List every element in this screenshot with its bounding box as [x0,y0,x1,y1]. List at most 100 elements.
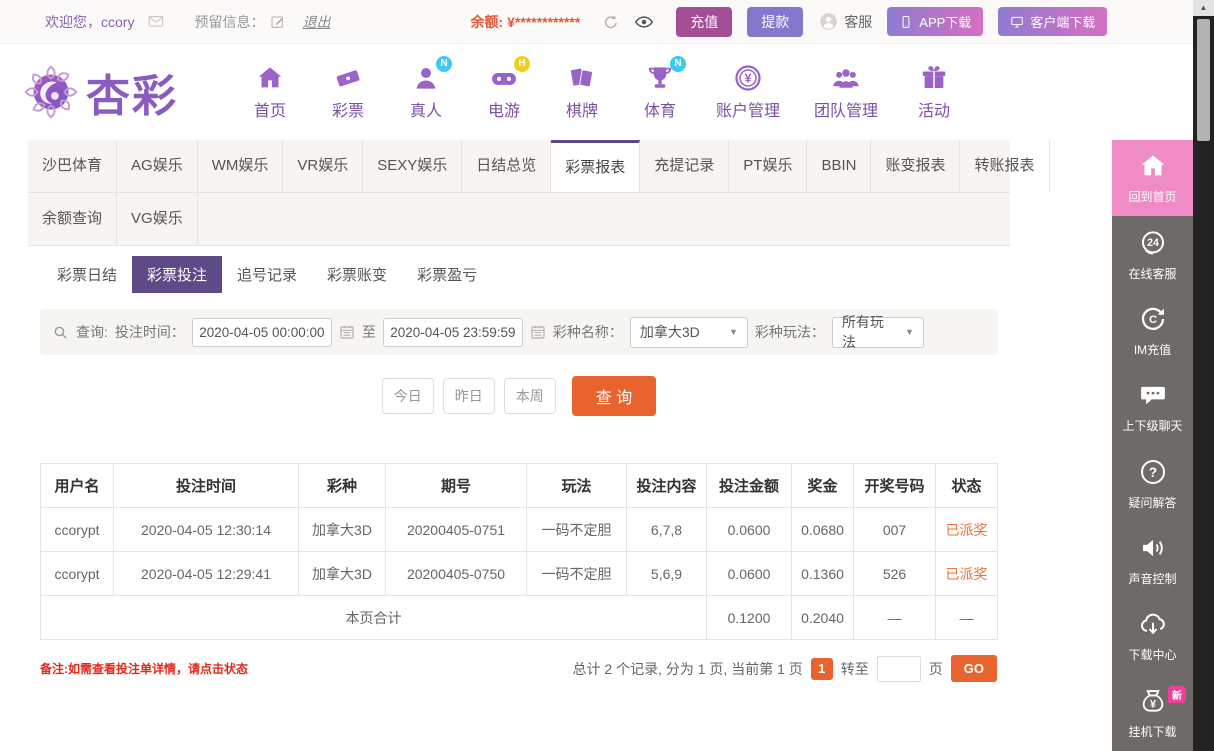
tab-row1-2[interactable]: WM娱乐 [198,140,284,192]
pagination: 总计 2 个记录, 分为 1 页, 当前第 1 页 1 转至 页 GO [573,655,998,682]
tab-row1-4[interactable]: SEXY娱乐 [363,140,462,192]
query-label: 查询: [76,322,108,342]
service-person-icon [818,11,839,32]
today-button[interactable]: 今日 [382,378,434,414]
time-to-input[interactable] [383,318,523,347]
query-submit-button[interactable]: 查 询 [572,376,656,416]
column-header-9: 状态 [936,464,998,508]
nav-item-label: 彩票 [332,97,364,121]
to-label: 至 [362,322,376,342]
play-type-select[interactable]: 所有玩法 ▼ [832,317,924,348]
nav-item-coin[interactable]: ¥账户管理 [716,63,780,121]
coin-icon: ¥ [733,63,763,93]
sidebar-item-clouddl[interactable]: 下载中心 [1112,598,1193,674]
sidebar-item-moneybag[interactable]: ¥挂机下载新 [1112,675,1193,751]
balance-value: ¥************ [507,14,580,30]
tab-row1-7[interactable]: 充提记录 [640,140,729,192]
tab-row1-6[interactable]: 彩票报表 [551,140,640,192]
tab-row1-0[interactable]: 沙巴体育 [28,140,117,192]
tab-row1-5[interactable]: 日结总览 [462,140,551,192]
sidebar-item-sound[interactable]: 声音控制 [1112,522,1193,598]
logout-link[interactable]: 退出 [302,12,330,32]
sound-icon [1138,533,1168,563]
lottery-select[interactable]: 加拿大3D ▼ [630,317,748,348]
cell-4: 一码不定胆 [527,508,627,552]
sidebar-item-question[interactable]: ? 疑问解答 [1112,446,1193,522]
nav-item-trophy[interactable]: N体育 [638,63,682,121]
subtab-1[interactable]: 彩票投注 [132,256,222,293]
page-scrollbar[interactable]: ▲ [1193,0,1214,751]
sidebar-item-label: IM充值 [1134,341,1171,358]
summary-value-1: 0.2040 [792,596,854,640]
brand-name: 杏彩 [86,60,178,124]
nav-item-person[interactable]: N真人 [404,63,448,121]
sidebar-item-service24[interactable]: 24在线客服 [1112,216,1193,292]
nav-item-team[interactable]: 团队管理 [814,63,878,121]
mail-icon[interactable] [146,13,166,30]
withdraw-button[interactable]: 提款 [747,7,803,37]
cell-7: 0.0680 [792,508,854,552]
recharge-button[interactable]: 充值 [676,7,732,37]
go-button[interactable]: GO [951,655,997,682]
tab-row1-9[interactable]: BBIN [807,140,871,192]
subtab-3[interactable]: 彩票账变 [312,256,402,293]
balance-label: 余额: [470,12,503,32]
sidebar-item-im[interactable]: CIM充值 [1112,293,1193,369]
nav-item-label: 体育 [644,97,676,121]
goto-page-input[interactable] [877,656,921,682]
eye-icon[interactable] [634,12,654,32]
cell-6: 0.0600 [707,552,792,596]
tab-row2-0[interactable]: 余额查询 [28,193,117,245]
nav-item-home[interactable]: 首页 [248,63,292,121]
search-panel: 查询: 投注时间： 至 彩种名称： 加拿大3D ▼ 彩种玩法： 所有玩法 ▼ [40,309,998,355]
summary-value-2: — [854,596,936,640]
scroll-up-arrow-icon[interactable]: ▲ [1193,0,1214,16]
brand-logo[interactable]: 杏彩 [20,60,178,124]
sidebar-item-home[interactable]: 回到首页 [1112,140,1193,216]
edit-icon[interactable] [270,14,286,30]
table-header-row: 用户名投注时间彩种期号玩法投注内容投注金额奖金开奖号码状态 [41,464,998,508]
welcome-text: 欢迎您，ccory [45,12,134,32]
column-header-6: 投注金额 [707,464,792,508]
client-download-button[interactable]: 客户端下载 [998,7,1107,36]
nav-item-gift[interactable]: 活动 [912,63,956,121]
question-icon: ? [1138,457,1168,487]
cell-8: 526 [854,552,936,596]
client-download-label: 客户端下载 [1030,12,1095,31]
tab-row1-3[interactable]: VR娱乐 [283,140,363,192]
nav-item-gamepad[interactable]: H电游 [482,63,526,121]
tab-row1-8[interactable]: PT娱乐 [729,140,807,192]
status-cell[interactable]: 已派奖 [936,552,998,596]
table-footer-row: 备注:如需查看投注单详情，请点击状态 总计 2 个记录, 分为 1 页, 当前第… [40,655,997,682]
summary-row: 本页合计0.12000.2040—— [41,596,998,640]
page-number-button[interactable]: 1 [811,658,833,680]
tab-row1-11[interactable]: 转账报表 [960,140,1049,192]
refresh-icon[interactable] [602,13,620,31]
tab-row2-1[interactable]: VG娱乐 [117,193,198,245]
yesterday-button[interactable]: 昨日 [443,378,495,414]
calendar-icon[interactable] [339,324,355,340]
calendar-icon[interactable] [530,324,546,340]
nav-item-cards[interactable]: 棋牌 [560,63,604,121]
tab-row1-1[interactable]: AG娱乐 [117,140,198,192]
sidebar-item-label: 回到首页 [1128,188,1176,205]
sidebar-item-label: 在线客服 [1128,265,1176,282]
tab-row1-10[interactable]: 账变报表 [871,140,960,192]
cell-2: 加拿大3D [299,552,386,596]
subtab-2[interactable]: 追号记录 [222,256,312,293]
tab-row-1: 沙巴体育AG娱乐WM娱乐VR娱乐SEXY娱乐日结总览彩票报表充提记录PT娱乐BB… [28,140,1010,193]
nav-item-ticket[interactable]: 彩票 [326,63,370,121]
app-download-button[interactable]: APP下载 [887,7,983,36]
status-cell[interactable]: 已派奖 [936,508,998,552]
service-button[interactable]: 客服 [818,11,872,32]
sidebar-item-chat[interactable]: 上下级聊天 [1112,369,1193,445]
subtab-4[interactable]: 彩票盈亏 [402,256,492,293]
sidebar-item-label: 声音控制 [1128,570,1176,587]
subtab-0[interactable]: 彩票日结 [42,256,132,293]
cell-3: 20200405-0751 [386,508,527,552]
scrollbar-thumb[interactable] [1197,19,1210,141]
this-week-button[interactable]: 本周 [504,378,556,414]
time-from-input[interactable] [192,318,332,347]
app-download-label: APP下载 [919,12,971,31]
sidebar-item-label: 疑问解答 [1128,494,1176,511]
